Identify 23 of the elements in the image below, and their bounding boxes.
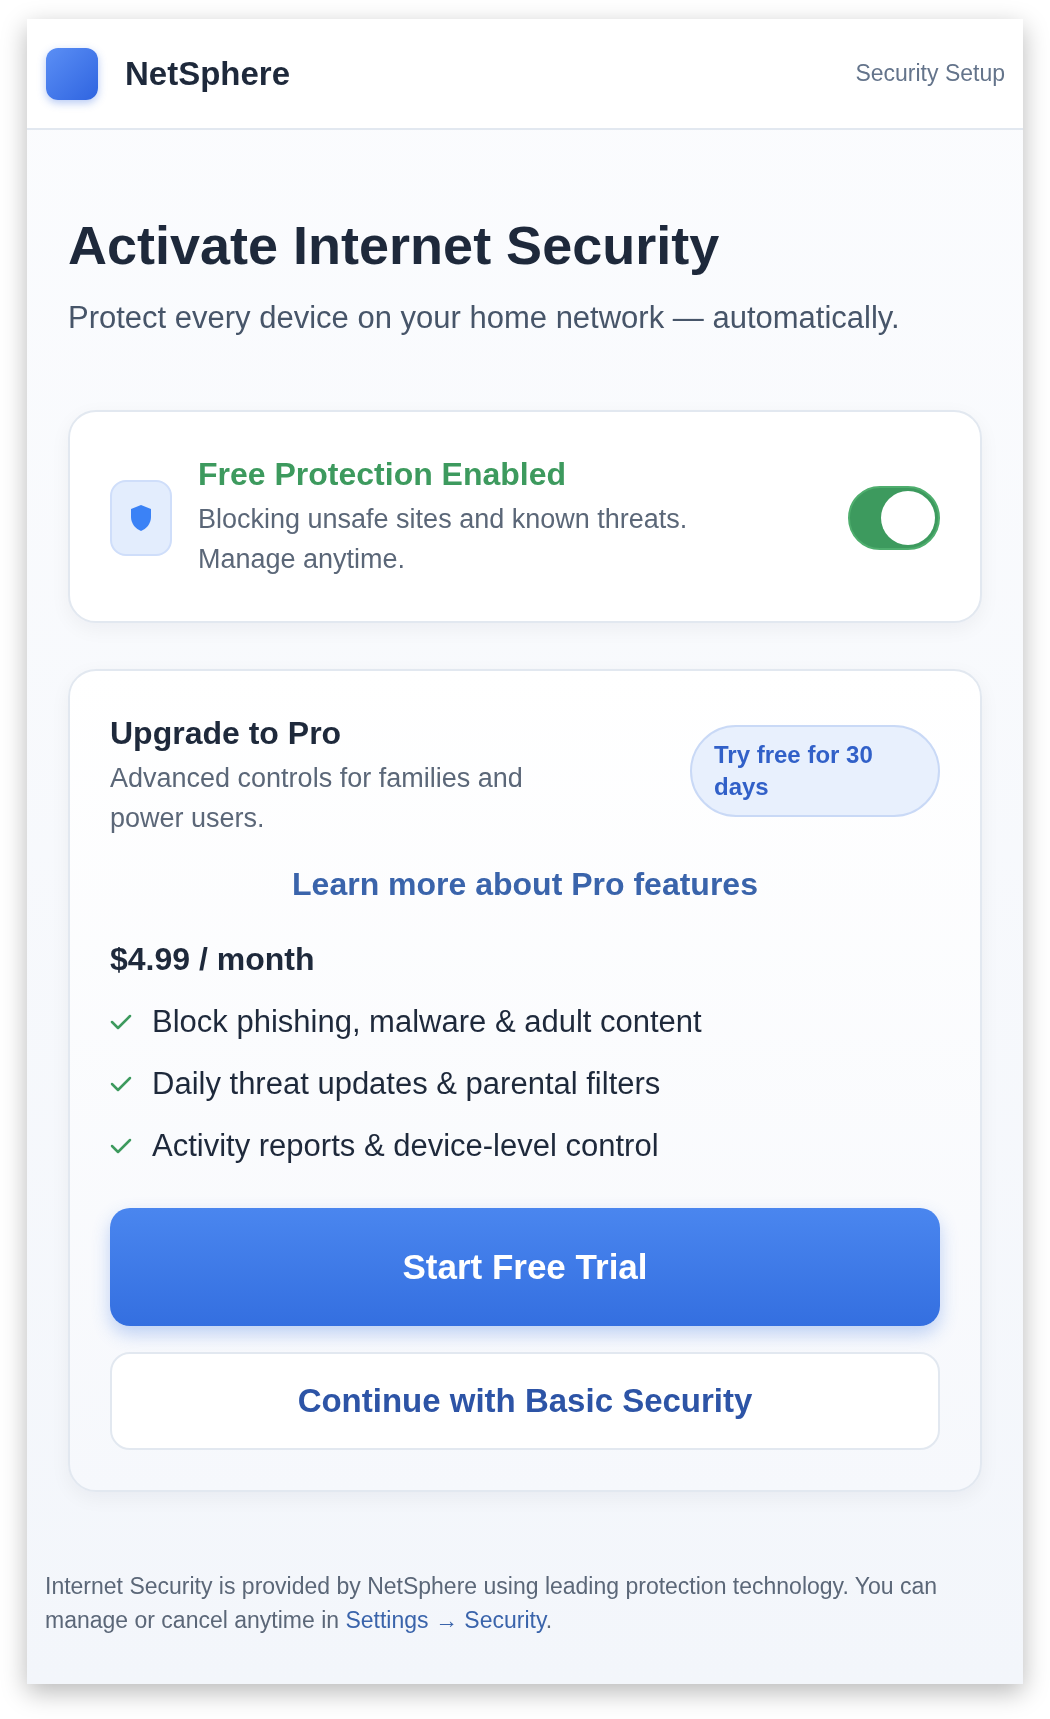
page-subtitle: Protect every device on your home network — automatically. <box>68 300 901 336</box>
check-icon <box>110 1075 132 1093</box>
brand-name: NetSphere <box>125 54 291 93</box>
pro-features-link[interactable]: Learn more about Pro features <box>292 866 758 903</box>
basic-security-button[interactable]: Continue with Basic Security <box>110 1352 940 1450</box>
page-label: Security Setup <box>855 60 1005 87</box>
protection-description: Blocking unsafe sites and known threats. Manage anytime. <box>198 503 689 576</box>
shield-icon <box>110 479 172 556</box>
page-title: Activate Internet Security <box>68 214 721 276</box>
feature-text: Block phishing, malware & adult content <box>152 1004 702 1040</box>
price-label: $4.99 / month <box>110 941 316 978</box>
pro-description: Advanced controls for families and power users. <box>110 762 524 835</box>
feature-text: Activity reports & device-level control <box>152 1128 659 1164</box>
protection-title: Free Protection Enabled <box>198 456 568 493</box>
check-icon <box>110 1137 132 1155</box>
start-trial-button[interactable]: Start Free Trial <box>110 1208 940 1326</box>
trial-badge: Try free for 30 days <box>690 725 940 817</box>
settings-link[interactable]: Settings → Security <box>345 1607 546 1633</box>
check-icon <box>110 1013 132 1031</box>
pro-title: Upgrade to Pro <box>110 715 343 752</box>
footer-note: Internet Security is provided by NetSphere using leading protection technology. You can manage or cancel anytime in Settings → Security. <box>44 1572 939 1635</box>
app-logo-icon <box>46 47 98 100</box>
feature-text: Daily threat updates & parental filters <box>152 1066 661 1102</box>
